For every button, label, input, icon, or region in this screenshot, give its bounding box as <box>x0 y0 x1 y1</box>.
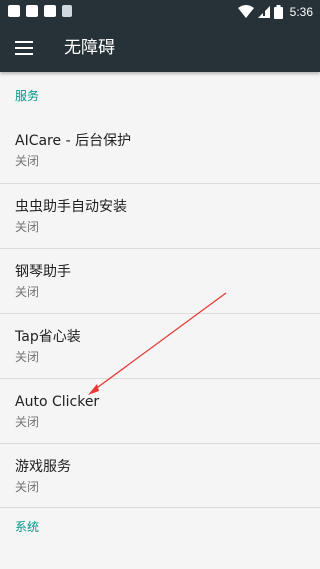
page-title: 无障碍 <box>64 38 115 58</box>
notification-icon <box>62 5 72 17</box>
list-item-chongchong[interactable]: 虫虫助手自动安装 关闭 <box>0 183 320 248</box>
system-icons: 5:36 <box>237 3 313 21</box>
section-header-services: 服务 <box>15 89 40 103</box>
item-title: 钢琴助手 <box>15 264 71 280</box>
menu-icon <box>15 53 33 55</box>
menu-icon <box>15 47 33 49</box>
list-item-game-service[interactable]: 游戏服务 关闭 <box>0 443 320 508</box>
item-title: 游戏服务 <box>15 459 71 475</box>
notification-icons <box>8 5 72 19</box>
item-status: 关闭 <box>15 480 40 494</box>
notification-icon <box>8 5 20 17</box>
item-status: 关闭 <box>15 415 40 429</box>
list-item-piano[interactable]: 钢琴助手 关闭 <box>0 248 320 313</box>
status-bar: 5:36 <box>0 0 320 24</box>
item-title: 虫虫助手自动安装 <box>15 199 127 215</box>
settings-list: 服务 AICare - 后台保护 关闭 虫虫助手自动安装 关闭 钢琴助手 关闭 … <box>0 72 320 552</box>
battery-icon <box>273 5 283 19</box>
menu-button[interactable] <box>14 38 34 58</box>
item-title: AICare - 后台保护 <box>15 133 132 149</box>
list-item-aicare[interactable]: AICare - 后台保护 关闭 <box>0 118 320 183</box>
wifi-icon <box>237 5 254 18</box>
clock: 5:36 <box>289 5 313 19</box>
item-status: 关闭 <box>15 154 40 168</box>
item-status: 关闭 <box>15 285 40 299</box>
menu-icon <box>15 41 33 43</box>
item-status: 关闭 <box>15 350 40 364</box>
list-item-tap[interactable]: Tap省心装 关闭 <box>0 313 320 378</box>
item-title: Tap省心装 <box>15 329 81 345</box>
signal-icon <box>257 6 270 18</box>
item-status: 关闭 <box>15 220 40 234</box>
item-title: Auto Clicker <box>15 394 100 410</box>
notification-icon <box>44 5 56 17</box>
section-header-system: 系统 <box>15 520 40 534</box>
notification-icon <box>26 5 38 17</box>
app-bar: 无障碍 <box>0 24 320 72</box>
list-item-auto-clicker[interactable]: Auto Clicker 关闭 <box>0 378 320 443</box>
